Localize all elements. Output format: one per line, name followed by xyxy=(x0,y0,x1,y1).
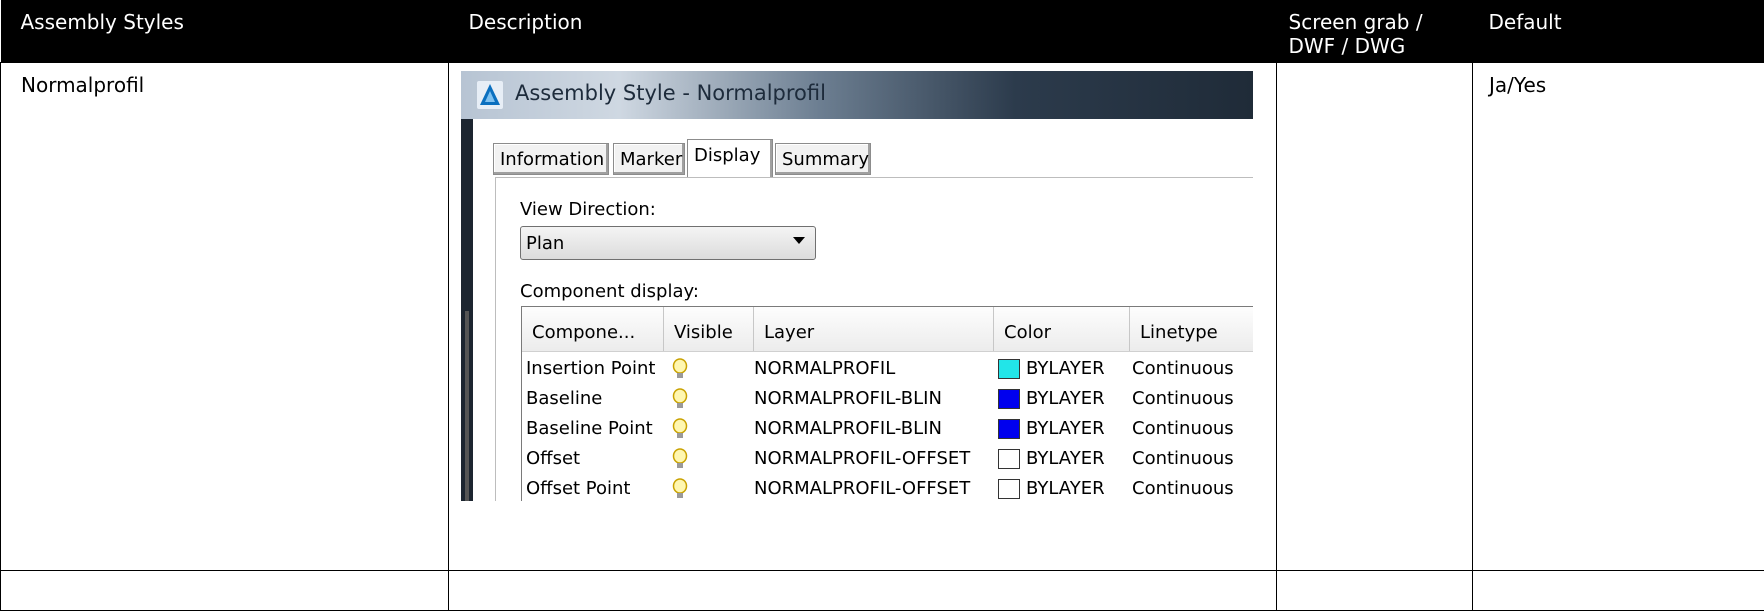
layer-name: NORMALPROFIL-OFFSET xyxy=(754,477,970,501)
description-cell: Assembly Style - Normalprofil Informatio… xyxy=(449,63,1277,571)
color-name: BYLAYER xyxy=(1026,417,1105,441)
dialog-titlebar[interactable]: Assembly Style - Normalprofil xyxy=(461,71,1253,119)
column-header-visible[interactable]: Visible xyxy=(664,307,754,351)
table-row[interactable]: Baseline NORMALPROFIL-BLIN BYLAYER Conti… xyxy=(522,383,1253,413)
color-name: BYLAYER xyxy=(1026,477,1105,501)
layer-name: NORMALPROFIL xyxy=(754,357,895,381)
default-value: Ja/Yes xyxy=(1473,63,1764,571)
component-name: Baseline xyxy=(526,387,602,411)
lightbulb-on-icon[interactable] xyxy=(672,478,688,500)
table-row: Normalprofil Assembly Style - Normalprof… xyxy=(1,63,1764,571)
component-name: Baseline Point xyxy=(526,417,653,441)
empty-cell xyxy=(449,571,1277,611)
layer-name: NORMALPROFIL-OFFSET xyxy=(754,447,970,471)
header-screen-grab: Screen grab / DWF / DWG xyxy=(1277,0,1473,63)
assembly-style-name: Normalprofil xyxy=(1,63,449,571)
linetype-name: Continuous xyxy=(1132,417,1234,441)
color-name: BYLAYER xyxy=(1026,387,1105,411)
dialog-body: Information Marker Display Summary View … xyxy=(473,119,1253,501)
color-name: BYLAYER xyxy=(1026,447,1105,471)
tab-summary[interactable]: Summary xyxy=(775,143,871,175)
dialog-title: Assembly Style - Normalprofil xyxy=(515,81,826,105)
autocad-logo-icon xyxy=(477,81,503,109)
component-display-grid: Compone... Visible Layer Color Linetype … xyxy=(521,306,1253,501)
component-name: Offset Point xyxy=(526,477,631,501)
assembly-styles-table: Assembly Styles Description Screen grab … xyxy=(0,0,1764,611)
linetype-name: Continuous xyxy=(1132,447,1234,471)
view-direction-value: Plan xyxy=(526,232,564,256)
column-header-layer[interactable]: Layer xyxy=(754,307,994,351)
lightbulb-on-icon[interactable] xyxy=(672,448,688,470)
linetype-name: Continuous xyxy=(1132,357,1234,381)
component-display-label: Component display: xyxy=(520,280,699,304)
tab-marker[interactable]: Marker xyxy=(613,143,685,175)
chevron-down-icon xyxy=(793,237,805,244)
column-header-linetype[interactable]: Linetype xyxy=(1130,307,1253,351)
header-assembly-styles: Assembly Styles xyxy=(1,0,449,63)
dialog-frame xyxy=(461,71,473,501)
linetype-name: Continuous xyxy=(1132,387,1234,411)
header-description: Description xyxy=(449,0,1277,63)
header-default: Default xyxy=(1473,0,1764,63)
view-direction-label: View Direction: xyxy=(520,198,656,222)
column-header-component[interactable]: Compone... xyxy=(522,307,664,351)
empty-cell xyxy=(1473,571,1764,611)
empty-cell xyxy=(1277,571,1473,611)
color-swatch[interactable] xyxy=(998,359,1020,379)
tab-information[interactable]: Information xyxy=(493,143,609,175)
lightbulb-on-icon[interactable] xyxy=(672,358,688,380)
table-row[interactable]: Baseline Point NORMALPROFIL-BLIN BYLAYER… xyxy=(522,413,1253,443)
color-name: BYLAYER xyxy=(1026,357,1105,381)
color-swatch[interactable] xyxy=(998,419,1020,439)
table-row xyxy=(1,571,1764,611)
assembly-style-dialog-screenshot: Assembly Style - Normalprofil Informatio… xyxy=(461,71,1253,501)
screen-grab-cell xyxy=(1277,63,1473,571)
lightbulb-on-icon[interactable] xyxy=(672,418,688,440)
column-header-color[interactable]: Color xyxy=(994,307,1130,351)
table-header-row: Assembly Styles Description Screen grab … xyxy=(1,0,1764,63)
layer-name: NORMALPROFIL-BLIN xyxy=(754,417,942,441)
color-swatch[interactable] xyxy=(998,389,1020,409)
view-direction-select[interactable]: Plan xyxy=(520,226,816,260)
layer-name: NORMALPROFIL-BLIN xyxy=(754,387,942,411)
component-name: Insertion Point xyxy=(526,357,655,381)
table-row[interactable]: Insertion Point NORMALPROFIL BYLAYER Con… xyxy=(522,353,1253,383)
table-row[interactable]: Offset NORMALPROFIL-OFFSET BYLAYER Conti… xyxy=(522,443,1253,473)
component-name: Offset xyxy=(526,447,580,471)
color-swatch[interactable] xyxy=(998,479,1020,499)
color-swatch[interactable] xyxy=(998,449,1020,469)
empty-cell xyxy=(1,571,449,611)
lightbulb-on-icon[interactable] xyxy=(672,388,688,410)
display-tab-panel: View Direction: Plan Component display: … xyxy=(495,177,1253,501)
grid-header: Compone... Visible Layer Color Linetype xyxy=(522,307,1253,352)
table-row[interactable]: Offset Point NORMALPROFIL-OFFSET BYLAYER… xyxy=(522,473,1253,501)
linetype-name: Continuous xyxy=(1132,477,1234,501)
tab-display[interactable]: Display xyxy=(687,139,773,179)
